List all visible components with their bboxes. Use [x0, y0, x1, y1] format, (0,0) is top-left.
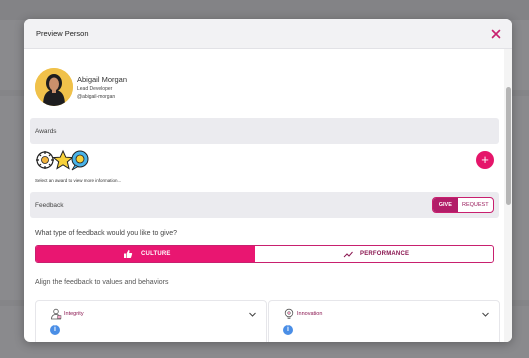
person-badge-icon [51, 308, 62, 320]
value-card-title: Innovation [297, 311, 323, 317]
feedback-type-selector: CULTURE PERFORMANCE [35, 245, 494, 263]
chevron-down-icon[interactable] [248, 310, 257, 319]
add-award-button[interactable]: + [476, 151, 494, 169]
scrollbar-thumb[interactable] [506, 87, 511, 205]
chevron-down-icon[interactable] [481, 310, 490, 319]
trend-line-icon [343, 251, 353, 258]
info-icon[interactable]: i [50, 325, 60, 335]
thumbs-up-icon [124, 250, 133, 258]
modal-header: Preview Person [24, 19, 512, 49]
request-toggle-option[interactable]: REQUEST [458, 198, 493, 212]
person-name: Abigail Morgan [77, 75, 128, 84]
close-icon [491, 29, 501, 39]
award-badge-chat[interactable] [71, 150, 89, 171]
feedback-label: Feedback [35, 202, 64, 209]
awards-label: Awards [35, 128, 57, 135]
background-top-bar [0, 0, 529, 20]
performance-label: PERFORMANCE [360, 251, 410, 257]
awards-list [35, 149, 91, 171]
value-card-integrity[interactable]: Integrity i [35, 300, 267, 342]
give-request-toggle: GIVE REQUEST [432, 197, 494, 213]
award-hint: Select an award to view more information… [35, 178, 122, 183]
info-icon[interactable]: i [283, 325, 293, 335]
feedback-section-header: Feedback [30, 192, 499, 218]
culture-option[interactable]: CULTURE [36, 246, 255, 262]
close-button[interactable] [489, 27, 503, 41]
value-card-innovation[interactable]: Innovation i [268, 300, 500, 342]
awards-section-header: Awards [30, 118, 499, 144]
modal-title: Preview Person [36, 29, 89, 38]
performance-option[interactable]: PERFORMANCE [255, 246, 493, 262]
person-handle: @abigail-morgan [77, 94, 116, 100]
value-card-title: Integrity [64, 311, 84, 317]
give-toggle-option[interactable]: GIVE [433, 198, 458, 212]
align-values-label: Align the feedback to values and behavio… [35, 279, 169, 286]
avatar [35, 68, 73, 106]
culture-label: CULTURE [141, 251, 171, 257]
person-role: Lead Developer [77, 86, 113, 92]
award-badge-star[interactable] [52, 149, 74, 170]
feedback-type-question: What type of feedback would you like to … [35, 230, 178, 237]
modal-scrollbar[interactable] [504, 49, 512, 342]
award-badge-gears[interactable] [36, 151, 54, 169]
preview-person-modal: Preview Person Abigail Morgan Lead Devel… [24, 19, 512, 342]
lightbulb-gear-icon [284, 308, 294, 319]
